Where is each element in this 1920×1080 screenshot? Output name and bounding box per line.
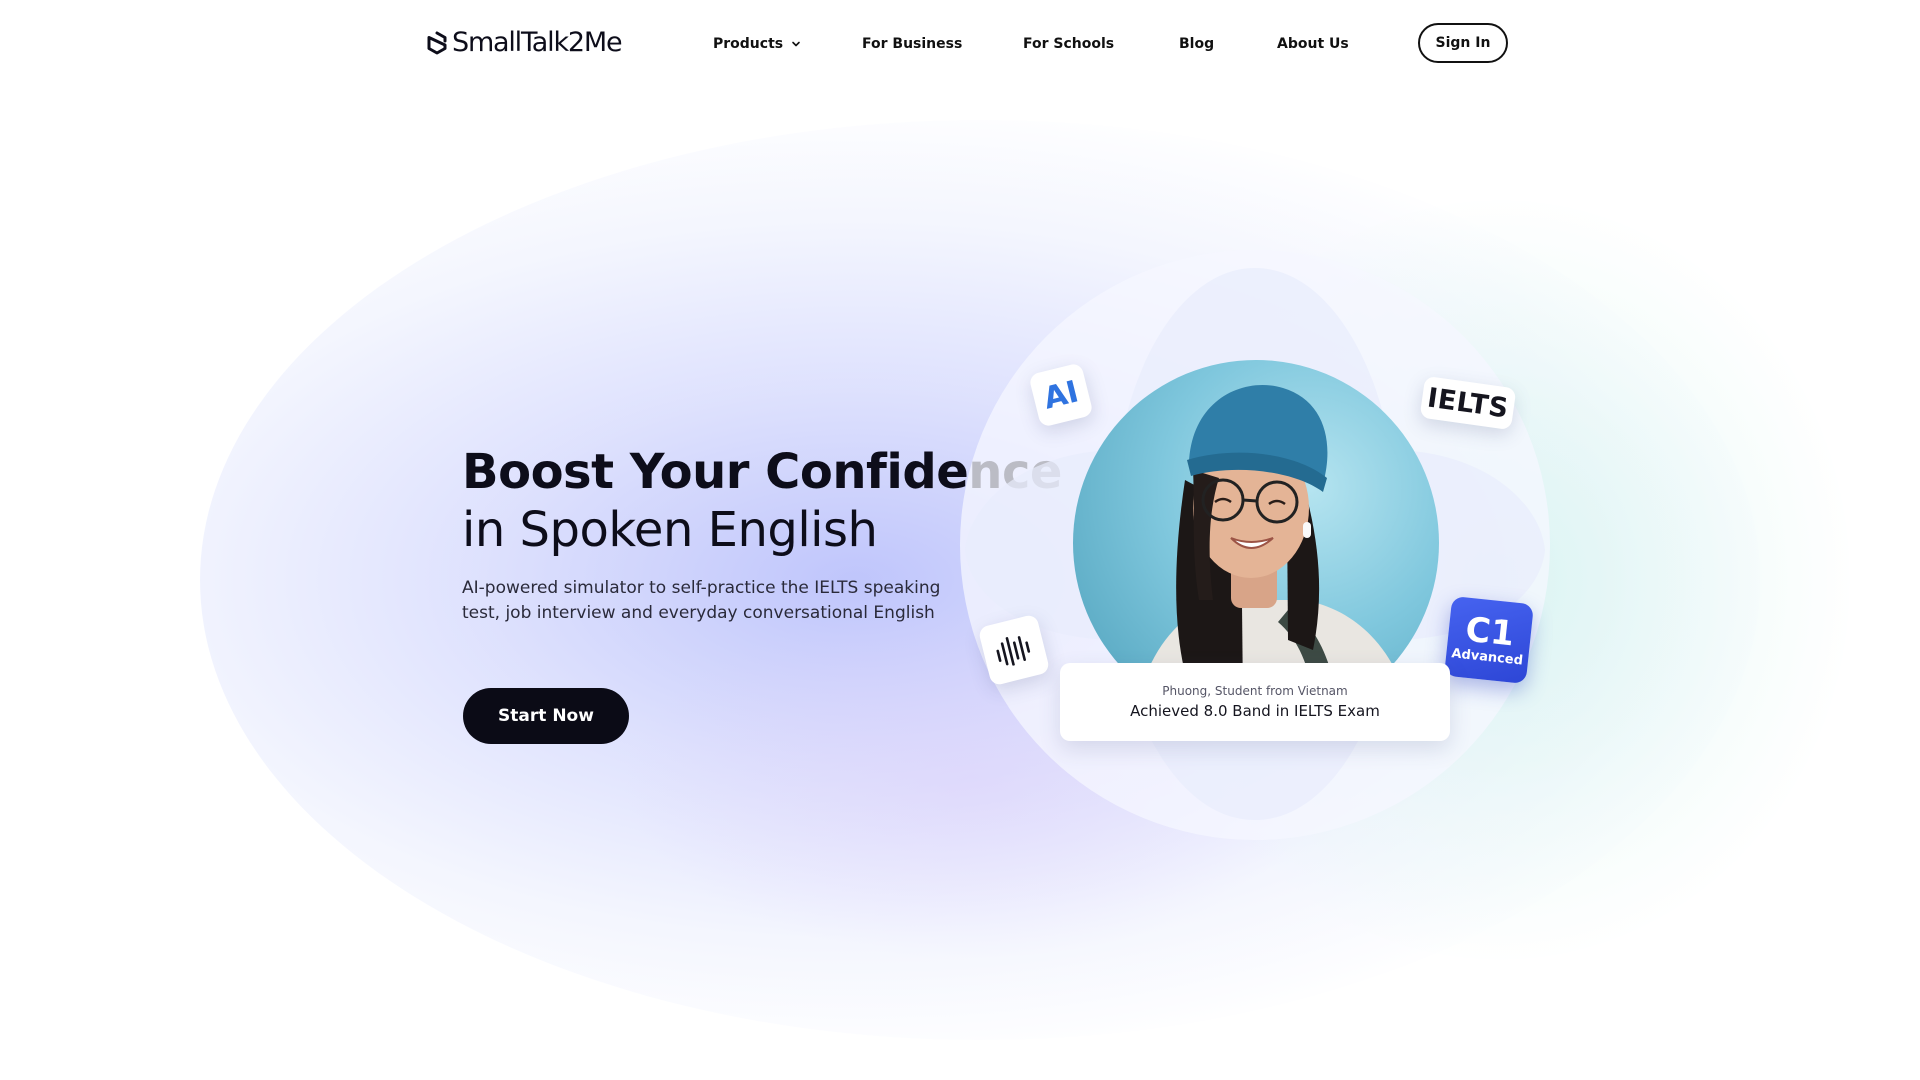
nav-products[interactable]: Products bbox=[713, 34, 801, 54]
sign-in-button[interactable]: Sign In bbox=[1418, 23, 1508, 63]
sound-wave-icon bbox=[996, 636, 1031, 666]
logo-text: SmallTalk2Me bbox=[452, 27, 623, 58]
nav-for-business[interactable]: For Business bbox=[862, 34, 962, 54]
nav-for-schools[interactable]: For Schools bbox=[1023, 34, 1114, 54]
level-badge: C1 Advanced bbox=[1444, 595, 1534, 685]
level-badge-code: C1 bbox=[1463, 609, 1517, 655]
smalltalk2me-logo-icon bbox=[427, 31, 447, 55]
landing-page: SmallTalk2Me Products For Business For S… bbox=[0, 0, 1920, 1080]
nav-about-us[interactable]: About Us bbox=[1277, 34, 1349, 54]
level-badge-name: Advanced bbox=[1450, 646, 1524, 669]
chevron-down-icon bbox=[792, 41, 800, 47]
logo[interactable]: SmallTalk2Me bbox=[424, 26, 623, 60]
testimonial-achievement: Achieved 8.0 Band in IELTS Exam bbox=[1130, 702, 1380, 720]
testimonial-author: Phuong, Student from Vietnam bbox=[1162, 684, 1348, 698]
nav-blog[interactable]: Blog bbox=[1179, 34, 1214, 54]
testimonial-card: Phuong, Student from Vietnam Achieved 8.… bbox=[1060, 663, 1450, 741]
site-header: SmallTalk2Me Products For Business For S… bbox=[0, 0, 1920, 88]
hero-title-secondary: in Spoken English bbox=[462, 502, 878, 558]
hero-illustration: AI IELTS C1 Advanced Phuong, Student fro… bbox=[960, 250, 1550, 840]
hero-subtitle: AI-powered simulator to self-practice th… bbox=[462, 578, 941, 623]
nav-products-label: Products bbox=[713, 36, 784, 52]
start-now-button[interactable]: Start Now bbox=[463, 688, 629, 744]
